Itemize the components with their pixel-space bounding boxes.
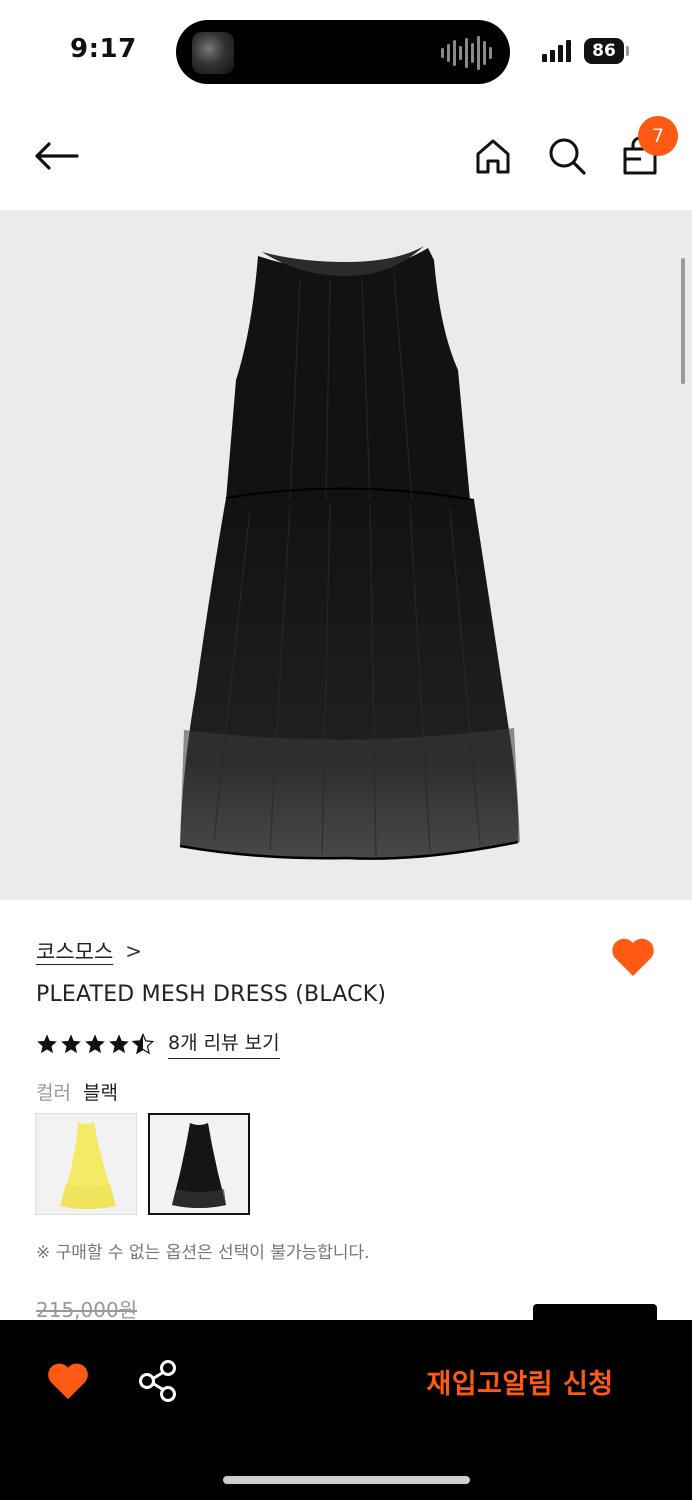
search-icon (549, 138, 586, 175)
black-dress-thumbnail (172, 1123, 226, 1208)
bottom-wishlist-button[interactable] (46, 1360, 90, 1402)
cart-count-badge: 7 (638, 116, 678, 156)
color-swatch-black[interactable] (148, 1113, 250, 1215)
heart-filled-icon (48, 1363, 88, 1400)
color-swatch-yellow[interactable] (35, 1113, 137, 1215)
back-button[interactable] (30, 130, 82, 182)
home-indicator[interactable] (223, 1476, 470, 1484)
cellular-signal-icon (542, 40, 571, 62)
bottom-action-bar: 재입고알림 신청 (0, 1320, 692, 1500)
brand-link[interactable]: 코스모스 > (36, 936, 142, 966)
product-image[interactable] (0, 210, 692, 900)
color-row: 컬러 블랙 (36, 1078, 118, 1105)
color-label: 컬러 (36, 1082, 71, 1104)
top-navigation (0, 100, 692, 210)
battery-tip (626, 46, 629, 56)
star-full-icon (109, 1033, 129, 1053)
black-mesh-dress-image (179, 246, 520, 860)
product-title: PLEATED MESH DRESS (BLACK) (36, 982, 387, 1007)
search-button[interactable] (542, 130, 592, 182)
star-half-icon (132, 1032, 154, 1054)
now-playing-thumbnail (192, 32, 234, 74)
original-price: 215,000원 (36, 1298, 138, 1322)
reviews-link[interactable]: 8개 리뷰 보기 (168, 1028, 280, 1059)
star-full-icon (61, 1033, 81, 1053)
brand-name: 코스모스 (36, 940, 114, 964)
star-rating (36, 1032, 154, 1055)
option-notice: ※ 구매할 수 없는 옵션은 선택이 불가능합니다. (36, 1243, 370, 1263)
yellow-dress-thumbnail (60, 1122, 116, 1209)
wishlist-button[interactable] (610, 936, 656, 980)
dynamic-island[interactable] (176, 20, 510, 84)
rating-row: 8개 리뷰 보기 (36, 1028, 280, 1059)
status-time: 9:17 (70, 34, 137, 64)
color-value: 블랙 (82, 1082, 118, 1104)
restock-alert-button[interactable]: 재입고알림 신청 (400, 1358, 640, 1404)
status-bar: 9:17 86 (0, 0, 692, 100)
share-icon (139, 1360, 176, 1402)
star-full-icon (37, 1033, 57, 1053)
chevron-right-icon: > (125, 939, 143, 963)
battery-indicator: 86 (584, 38, 624, 64)
home-button[interactable] (468, 130, 518, 182)
share-button[interactable] (136, 1358, 180, 1404)
image-scrollbar[interactable] (681, 258, 685, 384)
back-arrow-icon (35, 142, 79, 170)
audio-waveform-icon (441, 36, 492, 70)
star-full-icon (85, 1033, 105, 1053)
home-icon (476, 139, 510, 174)
heart-filled-icon (612, 938, 654, 976)
